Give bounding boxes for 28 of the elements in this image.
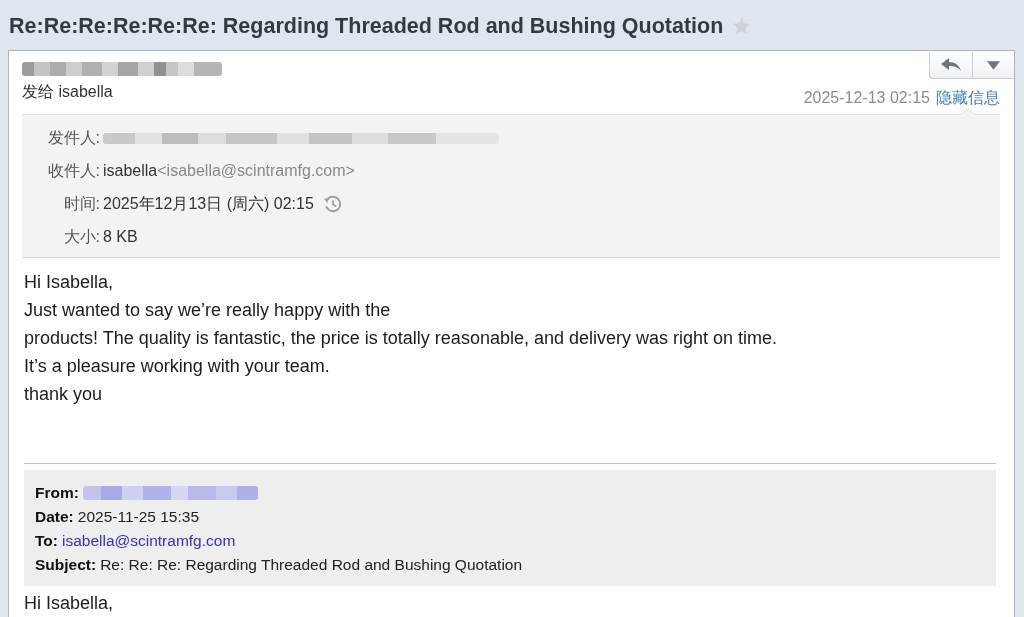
field-label: 发件人: xyxy=(46,127,100,148)
field-label: 大小: xyxy=(62,226,100,247)
received-date: 2025-12-13 02:15 xyxy=(803,89,930,107)
message-text-line: Just wanted to say we’re really happy with the xyxy=(24,299,392,322)
recipient-summary: 发给 isabella xyxy=(22,82,114,102)
history-icon[interactable] xyxy=(323,195,342,213)
field-label: 时间: xyxy=(62,193,100,214)
quoted-field-label: Date: xyxy=(35,508,74,526)
caret-icon xyxy=(987,60,1000,70)
field-value: 8 KB xyxy=(103,228,138,246)
message-text-line: It’s a pleasure working with your team. xyxy=(24,355,331,378)
email-subject-title: Re:Re:Re:Re:Re:Re: Regarding Threaded Rod and Bushing Quotation xyxy=(9,13,724,39)
quoted-text-line: Hi Isabella, xyxy=(24,592,115,615)
quoted-field-value: 2025-11-25 15:35 xyxy=(77,508,199,526)
sent-time: 2025年12月13日 (周六) 02:15 xyxy=(103,193,314,214)
email-link[interactable]: isabella@scintramfg.com xyxy=(61,532,236,550)
message-text-line: products! The quality is fantastic, the price is totally reasonable, and delivery was right on time. xyxy=(24,327,779,350)
quoted-field-label: To: xyxy=(35,532,58,550)
field-label: 收件人: xyxy=(46,160,100,181)
recipient-address: <isabella@scintramfg.com> xyxy=(157,162,355,180)
hide-details-link[interactable]: 隐藏信息 xyxy=(936,89,1000,107)
quoted-field-label: Subject: xyxy=(35,556,97,574)
quoted-field-label: From: xyxy=(35,484,79,502)
message-text-line: thank you xyxy=(24,383,104,406)
reply-icon xyxy=(941,58,961,72)
message-text-line: Hi Isabella, xyxy=(24,271,115,294)
quoted-field-value: Re: Re: Re: Regarding Threaded Rod and Bushing Quotation xyxy=(100,556,523,574)
recipient-name: isabella xyxy=(103,162,158,180)
